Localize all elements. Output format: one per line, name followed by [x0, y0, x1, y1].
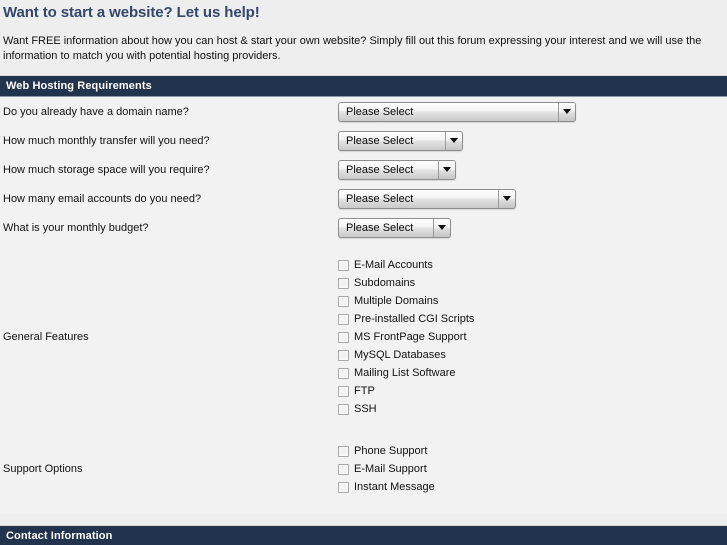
- checkbox-item-ssh[interactable]: SSH: [338, 400, 474, 418]
- checkbox-label: Subdomains: [354, 277, 416, 289]
- checkbox-item-email-accounts[interactable]: E-Mail Accounts: [338, 256, 474, 274]
- checkbox-item-mailing-list-software[interactable]: Mailing List Software: [338, 364, 474, 382]
- select-storage-space-value: Please Select: [346, 163, 414, 176]
- select-domain-name[interactable]: Please Select: [338, 101, 576, 122]
- checkbox-icon[interactable]: [338, 277, 349, 289]
- checkbox-item-instant-message[interactable]: Instant Message: [338, 478, 435, 496]
- checkbox-item-phone-support[interactable]: Phone Support: [338, 442, 435, 460]
- checkbox-item-ms-frontpage-support[interactable]: MS FrontPage Support: [338, 328, 474, 346]
- select-domain-name-value: Please Select: [346, 105, 414, 118]
- field-email-accounts: Please Select: [338, 188, 727, 209]
- checkbox-label: E-Mail Accounts: [354, 259, 433, 271]
- select-storage-space[interactable]: Please Select: [338, 159, 456, 180]
- section-header-contact-information: Contact Information: [0, 526, 727, 545]
- checkbox-icon[interactable]: [338, 481, 349, 493]
- section-header-web-hosting: Web Hosting Requirements: [0, 76, 727, 97]
- label-monthly-budget: What is your monthly budget?: [3, 221, 149, 234]
- field-domain-name: Please Select: [338, 101, 727, 122]
- checkbox-item-multiple-domains[interactable]: Multiple Domains: [338, 292, 474, 310]
- checkbox-icon[interactable]: [338, 367, 349, 379]
- checkbox-group-support-options: Phone Support E-Mail Support Instant Mes…: [338, 436, 435, 502]
- label-email-accounts: How many email accounts do you need?: [3, 192, 202, 205]
- section-body-web-hosting: Do you already have a domain name? Pleas…: [0, 97, 727, 514]
- select-email-accounts-value: Please Select: [346, 192, 414, 205]
- form-row-storage-space: How much storage space will you require?…: [0, 155, 727, 184]
- field-monthly-transfer: Please Select: [338, 130, 727, 151]
- label-support-options: Support Options: [3, 463, 83, 475]
- label-general-features: General Features: [3, 331, 89, 343]
- checkbox-label: Multiple Domains: [354, 295, 439, 307]
- checkbox-item-ftp[interactable]: FTP: [338, 382, 474, 400]
- checkbox-icon[interactable]: [338, 463, 349, 475]
- page-title: Want to start a website? Let us help!: [3, 4, 260, 21]
- checkbox-icon[interactable]: [338, 385, 349, 397]
- checkbox-item-email-support[interactable]: E-Mail Support: [338, 460, 435, 478]
- form-row-domain-name: Do you already have a domain name? Pleas…: [0, 97, 727, 126]
- form-row-monthly-transfer: How much monthly transfer will you need?…: [0, 126, 727, 155]
- form-row-monthly-budget: What is your monthly budget? Please Sele…: [0, 213, 727, 242]
- form-row-email-accounts: How many email accounts do you need? Ple…: [0, 184, 727, 213]
- checkbox-icon[interactable]: [338, 295, 349, 307]
- checkbox-icon[interactable]: [338, 349, 349, 361]
- label-storage-space: How much storage space will you require?: [3, 163, 210, 176]
- checkbox-label: Instant Message: [354, 481, 435, 493]
- checkbox-item-subdomains[interactable]: Subdomains: [338, 274, 474, 292]
- checkbox-label: Pre-installed CGI Scripts: [354, 313, 475, 325]
- select-monthly-transfer-value: Please Select: [346, 134, 414, 147]
- section-contact-information: Contact Information First Name:: [0, 525, 727, 545]
- checkbox-label: MySQL Databases: [354, 349, 446, 361]
- field-storage-space: Please Select: [338, 159, 727, 180]
- select-monthly-transfer[interactable]: Please Select: [338, 130, 463, 151]
- checkbox-label: MS FrontPage Support: [354, 331, 467, 343]
- chevron-down-icon[interactable]: [433, 218, 450, 237]
- chevron-down-icon[interactable]: [445, 131, 462, 150]
- form-row-support-options: Support Options Phone Support E-Mail Sup…: [0, 436, 727, 502]
- checkbox-icon[interactable]: [338, 445, 349, 457]
- select-monthly-budget-value: Please Select: [346, 221, 414, 234]
- checkbox-label: E-Mail Support: [354, 463, 427, 475]
- section-web-hosting-requirements: Web Hosting Requirements Do you already …: [0, 75, 727, 514]
- field-monthly-budget: Please Select: [338, 217, 727, 238]
- label-domain-name: Do you already have a domain name?: [3, 105, 189, 118]
- page-root: Want to start a website? Let us help! Wa…: [0, 0, 727, 545]
- checkbox-icon[interactable]: [338, 313, 349, 325]
- checkbox-icon[interactable]: [338, 259, 349, 271]
- select-monthly-budget[interactable]: Please Select: [338, 217, 451, 238]
- chevron-down-icon[interactable]: [498, 189, 515, 208]
- checkbox-label: Phone Support: [354, 445, 428, 457]
- intro-paragraph: Want FREE information about how you can …: [3, 35, 702, 62]
- checkbox-label: SSH: [354, 403, 377, 415]
- checkbox-icon[interactable]: [338, 403, 349, 415]
- checkbox-label: FTP: [354, 385, 375, 397]
- checkbox-icon[interactable]: [338, 331, 349, 343]
- select-email-accounts[interactable]: Please Select: [338, 188, 516, 209]
- chevron-down-icon[interactable]: [438, 160, 455, 179]
- checkbox-item-pre-installed-cgi-scripts[interactable]: Pre-installed CGI Scripts: [338, 310, 474, 328]
- checkbox-item-mysql-databases[interactable]: MySQL Databases: [338, 346, 474, 364]
- chevron-down-icon[interactable]: [558, 102, 575, 121]
- label-monthly-transfer: How much monthly transfer will you need?: [3, 134, 210, 147]
- form-row-general-features: General Features E-Mail Accounts Subdoma…: [0, 250, 727, 424]
- checkbox-label: Mailing List Software: [354, 367, 456, 379]
- checkbox-group-general-features: E-Mail Accounts Subdomains Multiple Doma…: [338, 250, 474, 424]
